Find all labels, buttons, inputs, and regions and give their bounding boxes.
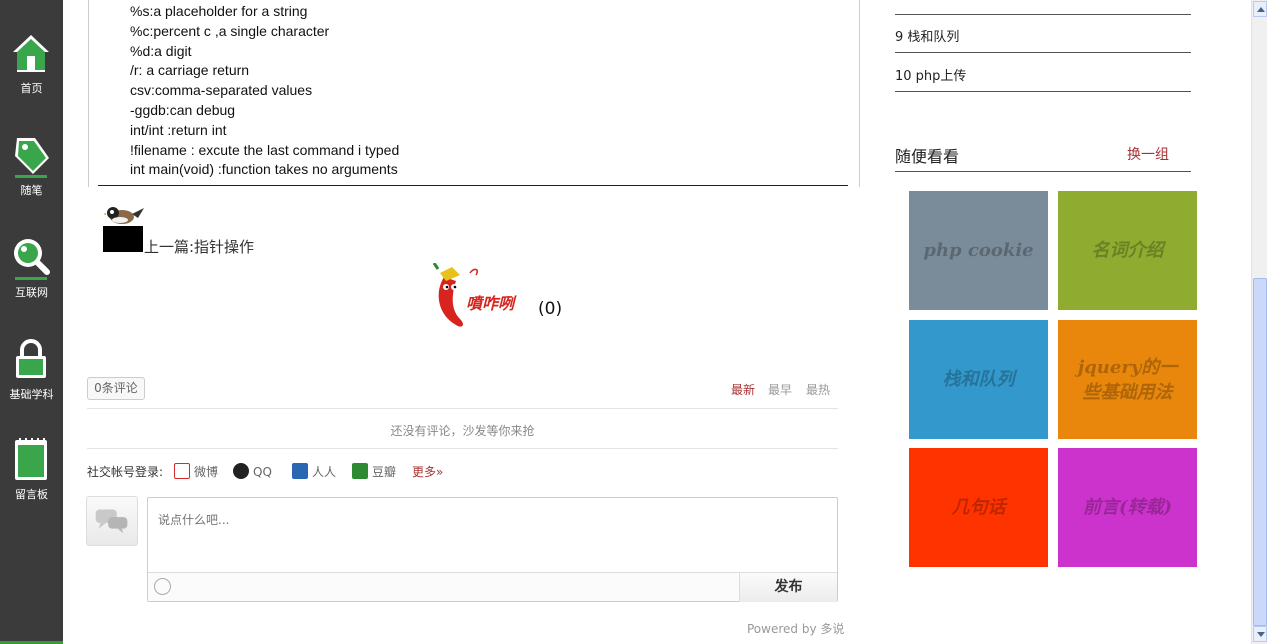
scrollbar-thumb[interactable] (1253, 278, 1267, 626)
article-line: int/int :return int (130, 122, 227, 138)
speech-bubbles-icon (95, 509, 128, 534)
nav-item-home[interactable]: 首页 (0, 32, 63, 122)
renren-icon (292, 463, 308, 479)
nav-label-essays: 随笔 (20, 184, 43, 197)
article-line: csv:comma-separated values (130, 82, 313, 98)
previous-post-link[interactable]: 上一篇:指针操作 (144, 236, 254, 257)
scroll-down-button[interactable] (1253, 626, 1267, 642)
bird-icon (104, 207, 144, 224)
divider (87, 448, 838, 449)
powered-by-text[interactable]: Powered by 多说 (747, 620, 844, 637)
weibo-icon (174, 463, 190, 479)
social-login-label: 社交帐号登录: (87, 465, 164, 479)
login-weibo-label: 微博 (194, 465, 219, 479)
reaction-label: 噴咋咧 (466, 294, 517, 313)
nav-label-internet: 互联网 (15, 286, 48, 299)
magnifier-icon (14, 239, 50, 280)
login-douban-label: 豆瓣 (372, 465, 397, 479)
reaction-count: (0) (538, 299, 563, 319)
chili-pepper-icon[interactable]: 噴咋咧 (430, 263, 530, 331)
tile-post[interactable]: 前言(转载) (1058, 448, 1197, 567)
divider (895, 14, 1191, 15)
comment-form: 发布 (147, 497, 838, 602)
sort-newest-link[interactable]: 最新 (731, 381, 755, 398)
sidebar-list-item[interactable]: 9 栈和队列 (895, 26, 959, 45)
lock-icon (16, 339, 46, 378)
divider (895, 91, 1191, 92)
tile-post[interactable]: 几句话 (909, 448, 1048, 567)
refresh-group-link[interactable]: 换一组 (1127, 144, 1169, 164)
tile-post[interactable]: php cookie (909, 191, 1048, 310)
login-douban-link[interactable]: 豆瓣 (352, 463, 396, 480)
submit-comment-button[interactable]: 发布 (739, 573, 837, 602)
login-renren-label: 人人 (312, 465, 337, 479)
nav-item-guestbook[interactable]: 留言板 (0, 438, 63, 528)
chevron-up-icon (1257, 7, 1265, 12)
commenter-avatar (86, 496, 138, 546)
empty-comments-message: 还没有评论，沙发等你来抢 (390, 424, 535, 438)
article-divider (98, 185, 848, 186)
article-line: %s:a placeholder for a string (130, 3, 308, 19)
tile-post[interactable]: 名词介绍 (1058, 191, 1197, 310)
douban-icon (352, 463, 368, 479)
emoji-icon[interactable] (154, 578, 171, 595)
left-nav: 首页 随笔 互联网 基础学科 留言板 (0, 0, 63, 644)
article-line: !filename : excute the last command i ty… (130, 142, 400, 158)
comment-input[interactable] (148, 498, 837, 572)
article-line: %d:a digit (130, 43, 192, 59)
login-qq-label: QQ (253, 465, 272, 479)
tile-post[interactable]: jquery的一些基础用法 (1058, 320, 1197, 439)
sort-hottest-link[interactable]: 最热 (806, 381, 830, 398)
divider (87, 408, 838, 409)
qq-penguin-icon (233, 463, 249, 479)
article-body: %s:a placeholder for a string %c:percent… (88, 0, 860, 187)
login-weibo-link[interactable]: 微博 (174, 463, 218, 480)
article-line: int main(void) :function takes no argume… (130, 161, 398, 177)
chevron-down-icon (1257, 632, 1265, 637)
notepad-icon (15, 438, 47, 480)
tag-pen-icon (15, 138, 49, 178)
divider (895, 52, 1191, 53)
vertical-scrollbar[interactable] (1251, 0, 1267, 644)
nav-label-guestbook: 留言板 (15, 488, 48, 501)
scroll-up-button[interactable] (1253, 1, 1267, 17)
nav-item-internet[interactable]: 互联网 (0, 236, 63, 326)
nav-item-essays[interactable]: 随笔 (0, 134, 63, 224)
page: 首页 随笔 互联网 基础学科 留言板 %s:a placeholder for … (0, 0, 1267, 644)
nav-label-home: 首页 (20, 82, 43, 95)
login-qq-link[interactable]: QQ (233, 463, 272, 479)
nav-item-basic-science[interactable]: 基础学科 (0, 338, 63, 428)
article-line: %c:percent c ,a single character (130, 23, 330, 39)
sidebar-list-item[interactable]: 10 php上传 (895, 65, 966, 84)
more-login-link[interactable]: 更多» (412, 463, 443, 480)
nav-label-basic-science: 基础学科 (9, 388, 54, 401)
random-posts-title: 随便看看 (895, 147, 960, 166)
comment-count-badge: 0条评论 (87, 377, 145, 400)
sort-oldest-link[interactable]: 最早 (768, 381, 792, 398)
tile-post[interactable]: 栈和队列 (909, 320, 1048, 439)
login-renren-link[interactable]: 人人 (292, 463, 336, 480)
divider (895, 171, 1191, 172)
article-line: /r: a carriage return (130, 62, 250, 78)
home-icon (13, 35, 49, 72)
avatar-placeholder (103, 226, 143, 252)
comment-toolbar: 发布 (148, 572, 837, 602)
article-line: -ggdb:can debug (130, 102, 236, 118)
